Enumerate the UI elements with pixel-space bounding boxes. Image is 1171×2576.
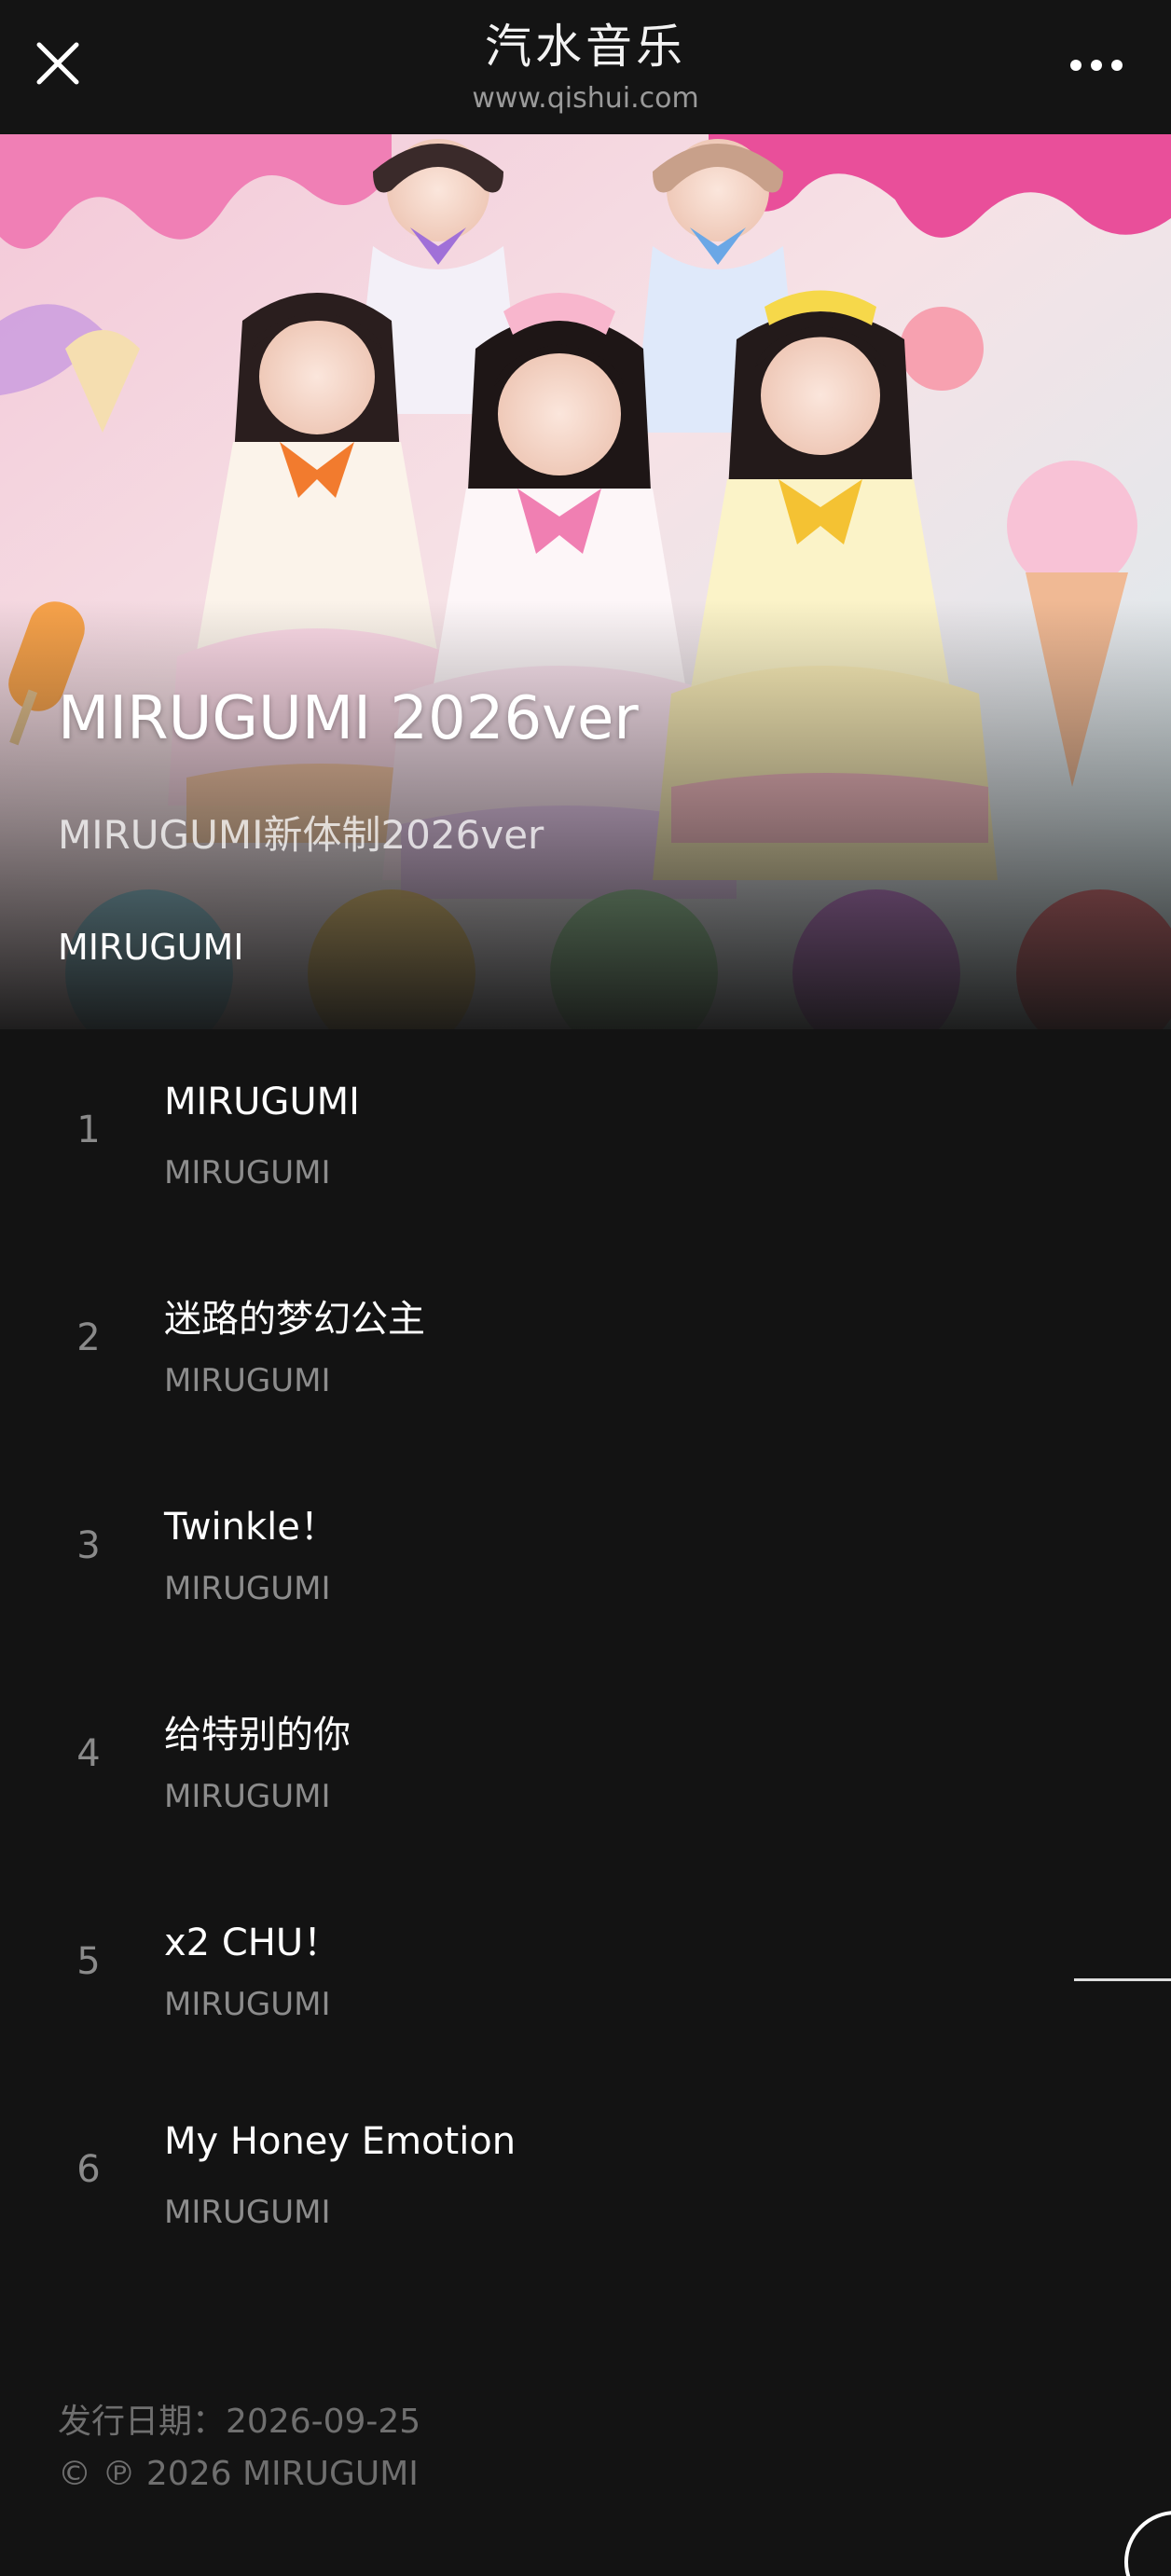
album-subtitle: MIRUGUMI新体制2026ver — [58, 812, 544, 858]
track-row[interactable]: 6 My Honey Emotion MIRUGUMI — [0, 2069, 1171, 2277]
track-artist: MIRUGUMI — [164, 1570, 331, 1607]
track-artist: MIRUGUMI — [164, 1986, 331, 2023]
track-number: 1 — [76, 1109, 101, 1151]
album-header: MIRUGUMI 2026ver MIRUGUMI新体制2026ver MIRU… — [0, 134, 1171, 1029]
copyright: © ℗ 2026 MIRUGUMI — [58, 2455, 419, 2493]
page-title: 汽水音乐 — [485, 20, 686, 74]
side-divider — [1074, 1978, 1171, 1981]
track-row[interactable]: 3 Twinkle！ MIRUGUMI — [0, 1445, 1171, 1653]
track-number: 4 — [76, 1732, 101, 1775]
track-title: 迷路的梦幻公主 — [164, 1298, 425, 1341]
more-icon — [1070, 60, 1123, 71]
track-list: 1 MIRUGUMI MIRUGUMI 2 迷路的梦幻公主 MIRUGUMI 3… — [0, 1029, 1171, 2277]
track-title: Twinkle！ — [164, 1506, 338, 1549]
release-info: 发行日期：2026-09-25 © ℗ 2026 MIRUGUMI — [58, 2396, 420, 2500]
track-number: 5 — [76, 1940, 101, 1983]
floating-button-edge[interactable] — [1124, 2511, 1171, 2576]
track-number: 6 — [76, 2148, 101, 2191]
track-row[interactable]: 2 迷路的梦幻公主 MIRUGUMI — [0, 1237, 1171, 1445]
track-title: My Honey Emotion — [164, 2120, 517, 2163]
track-artist: MIRUGUMI — [164, 1778, 331, 1815]
track-artist: MIRUGUMI — [164, 2194, 331, 2231]
page-url: www.qishui.com — [472, 82, 699, 115]
top-bar: 汽水音乐 www.qishui.com — [0, 0, 1171, 134]
track-row[interactable]: 5 x2 CHU！ MIRUGUMI — [0, 1861, 1171, 2069]
track-artist: MIRUGUMI — [164, 1154, 331, 1192]
track-title: MIRUGUMI — [164, 1081, 360, 1123]
album-artist-link[interactable]: MIRUGUMI — [58, 927, 243, 968]
track-title: 给特别的你 — [164, 1714, 351, 1756]
more-button[interactable] — [1059, 37, 1134, 93]
release-date: 发行日期：2026-09-25 — [58, 2403, 421, 2441]
album-title: MIRUGUMI 2026ver — [58, 684, 639, 753]
track-row[interactable]: 1 MIRUGUMI MIRUGUMI — [0, 1029, 1171, 1237]
track-row[interactable]: 4 给特别的你 MIRUGUMI — [0, 1653, 1171, 1861]
track-number: 2 — [76, 1316, 101, 1359]
track-title: x2 CHU！ — [164, 1922, 341, 1964]
track-artist: MIRUGUMI — [164, 1362, 331, 1399]
track-number: 3 — [76, 1524, 101, 1567]
